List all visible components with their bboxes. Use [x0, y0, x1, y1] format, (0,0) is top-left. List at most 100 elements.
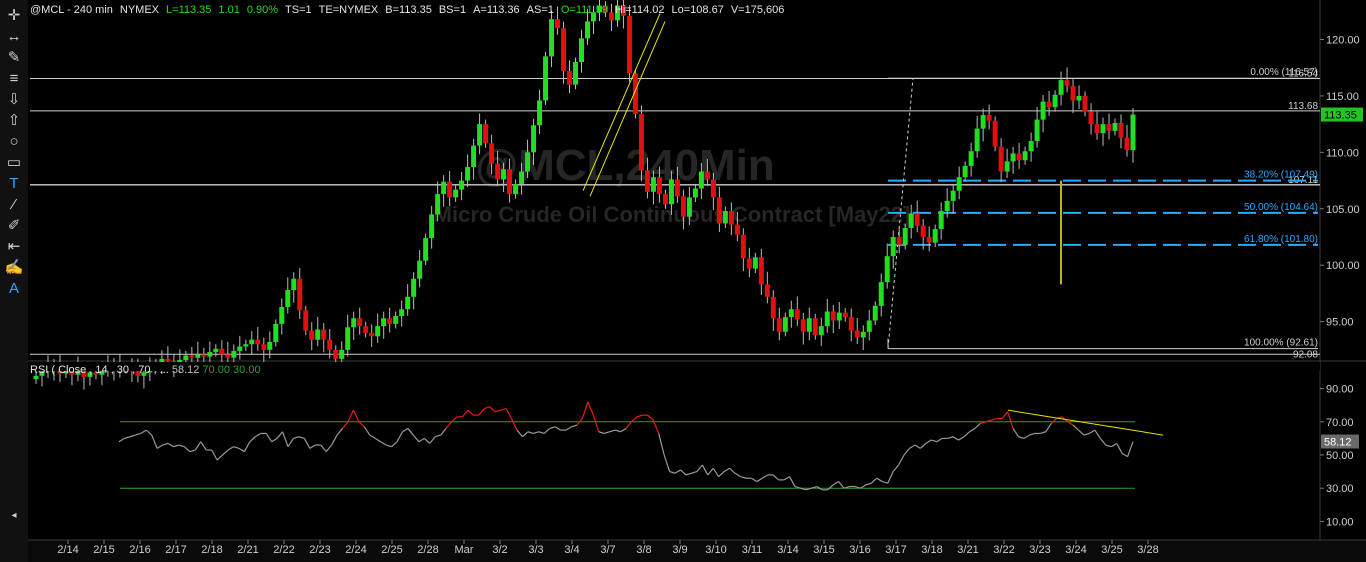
candle-body: [261, 344, 267, 350]
candle-body: [1046, 101, 1052, 108]
candle-body: [555, 19, 561, 29]
candle-body: [866, 320, 872, 332]
low-marker-label: 92.08: [1293, 350, 1318, 361]
candle-body: [399, 309, 405, 316]
header-open: O=111.59: [561, 4, 608, 16]
candle-body: [237, 346, 243, 351]
candle-body: [1082, 95, 1088, 112]
candle-body: [776, 318, 782, 332]
x-tick-label: 3/3: [528, 544, 543, 556]
candle-body: [902, 227, 908, 245]
candle-body: [932, 229, 938, 243]
candle-body: [1076, 95, 1082, 101]
candle-body: [363, 326, 369, 333]
x-tick-label: 2/24: [345, 544, 366, 556]
candle-body: [1016, 153, 1022, 161]
candle-body: [573, 62, 579, 85]
rsi-overbought: 70.00: [202, 364, 233, 376]
candle-body: [842, 312, 848, 318]
candle-body: [561, 28, 567, 72]
candle-body: [1058, 80, 1064, 95]
rsi-oversold: 30.00: [233, 364, 261, 376]
candle-body: [890, 236, 896, 257]
candle-body: [339, 349, 345, 359]
fib-label: 50.00% (104.64): [1244, 202, 1318, 213]
candle-body: [818, 326, 824, 336]
y-tick-label: 95.00: [1326, 317, 1354, 329]
candle-body: [291, 278, 297, 291]
candle-body: [543, 56, 549, 101]
candle-body: [938, 211, 944, 230]
candle-body: [165, 358, 171, 362]
y-tick-label: 115.00: [1326, 91, 1359, 103]
candle-body: [836, 312, 842, 321]
candle-body: [830, 311, 836, 321]
header-high: Hi=114.02: [615, 4, 665, 16]
rsi-last-label: 58.12: [1324, 437, 1352, 449]
candle-body: [950, 190, 956, 201]
candle-body: [435, 194, 441, 215]
candle-body: [1040, 101, 1046, 120]
fib-label: 100.00% (92.61): [1244, 338, 1318, 349]
x-tick-label: 3/16: [849, 544, 870, 556]
candle-body: [423, 238, 429, 261]
candle-body: [1070, 85, 1076, 101]
candle-body: [926, 236, 932, 243]
rsi-header: RSI ( Close , 14 , 30 , 70 , ... 58.12 7…: [30, 364, 261, 376]
header-ts: TS=1: [285, 4, 312, 16]
candle-body: [680, 196, 686, 217]
candle-body: [1064, 80, 1070, 86]
candle-body: [944, 200, 950, 212]
candle-body: [213, 348, 219, 353]
candle-body: [884, 256, 890, 283]
candle-body: [243, 344, 249, 347]
candle-body: [752, 257, 758, 269]
candle-body: [315, 329, 321, 340]
candle-body: [644, 170, 650, 192]
header-bid-size: BS=1: [439, 4, 466, 16]
candle-body: [728, 211, 734, 225]
candle-body: [309, 330, 315, 340]
candle-body: [1106, 124, 1112, 131]
candle-body: [333, 349, 339, 359]
x-tick-label: 2/28: [417, 544, 438, 556]
candle-body: [1088, 111, 1094, 125]
header-bid: B=113.35: [385, 4, 432, 16]
rsi-title: RSI ( Close , 14 , 30 , 70 , ...: [30, 364, 172, 376]
x-tick-label: 2/14: [57, 544, 78, 556]
candle-body: [459, 180, 465, 190]
candle-body: [782, 317, 788, 332]
candle-body: [908, 213, 914, 228]
candle-body: [638, 113, 644, 171]
x-tick-label: 2/16: [129, 544, 150, 556]
time-axis-bg: [28, 540, 1366, 562]
candle-body: [704, 171, 710, 180]
candle-body: [219, 348, 225, 355]
candle-body: [812, 318, 818, 336]
x-tick-label: 2/21: [237, 544, 258, 556]
candle-body: [968, 151, 974, 166]
candle-body: [321, 329, 327, 340]
candle-body: [998, 146, 1004, 172]
plot-area: [28, 0, 1320, 540]
header-ask-size: AS=1: [527, 4, 554, 16]
candle-body: [1100, 124, 1106, 134]
x-tick-label: 2/18: [201, 544, 222, 556]
rsi-tick-label: 30.00: [1326, 483, 1354, 495]
rsi-tick-label: 10.00: [1326, 516, 1354, 528]
candle-body: [531, 125, 537, 153]
candle-body: [489, 143, 495, 164]
candle-body: [872, 305, 878, 321]
x-tick-label: 3/4: [564, 544, 579, 556]
candle-body: [369, 332, 375, 337]
header-exchange: NYMEX: [120, 4, 160, 16]
candle-body: [626, 15, 632, 74]
candle-body: [495, 163, 501, 180]
candle-body: [477, 124, 483, 146]
candle-body: [465, 167, 471, 181]
candle-body: [974, 128, 980, 152]
y-tick-label: 120.00: [1326, 34, 1360, 46]
candle-body: [1130, 114, 1136, 151]
x-tick-label: 3/2: [492, 544, 507, 556]
rsi-tick-label: 70.00: [1326, 417, 1354, 429]
